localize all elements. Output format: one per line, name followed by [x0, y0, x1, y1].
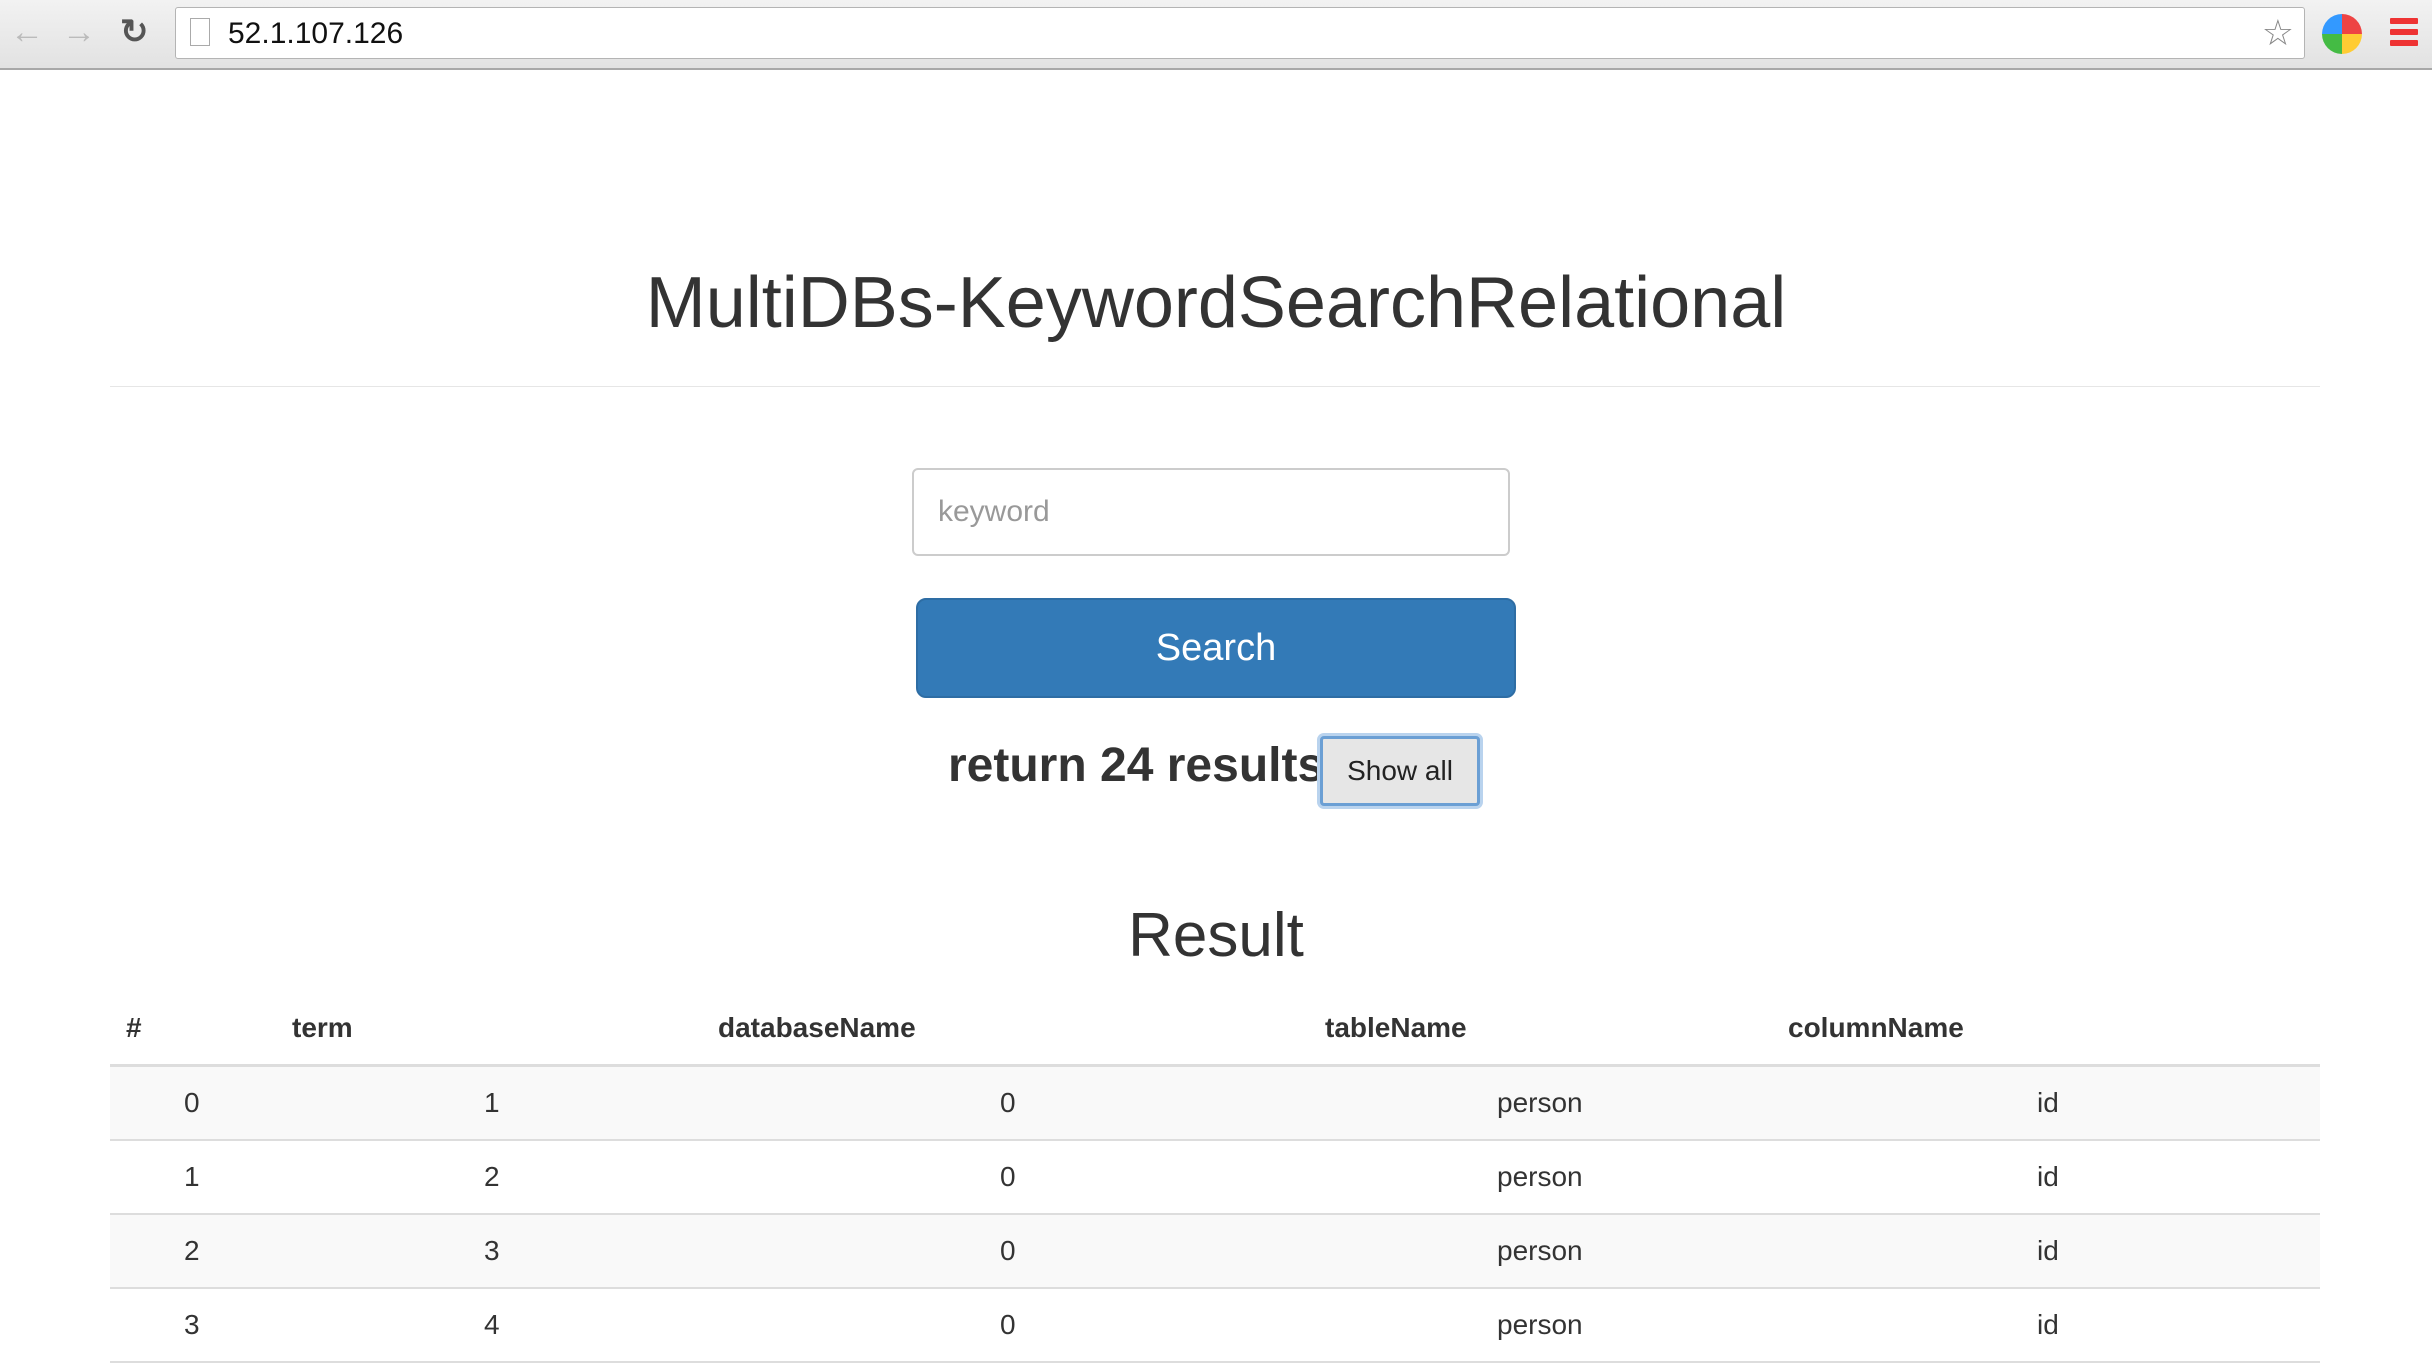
- page-icon: [190, 18, 210, 46]
- search-button[interactable]: Search: [916, 598, 1516, 698]
- cell-term: 2: [484, 1161, 500, 1192]
- cell-index: 3: [184, 1309, 200, 1340]
- table-row: 3 4 0 person id: [110, 1289, 2320, 1363]
- cell-database-name: 0: [1000, 1309, 1016, 1340]
- menu-icon[interactable]: [2390, 18, 2418, 51]
- extension-icon[interactable]: [2322, 14, 2362, 54]
- url-text: 52.1.107.126: [228, 17, 404, 50]
- cell-column-name: id: [2037, 1235, 2059, 1266]
- keyword-input[interactable]: [912, 468, 1510, 556]
- header-table-name: tableName: [1325, 1012, 1467, 1043]
- cell-database-name: 0: [1000, 1161, 1016, 1192]
- cell-term: 4: [484, 1309, 500, 1340]
- table-row: 2 3 0 person id: [110, 1215, 2320, 1289]
- cell-database-name: 0: [1000, 1235, 1016, 1266]
- cell-table-name: person: [1497, 1161, 1583, 1192]
- browser-toolbar: ← → ↻ 52.1.107.126 ☆: [0, 0, 2432, 70]
- cell-term: 1: [484, 1087, 500, 1118]
- cell-index: 2: [184, 1235, 200, 1266]
- cell-table-name: person: [1497, 1087, 1583, 1118]
- table-row: 0 1 0 person id: [110, 1067, 2320, 1141]
- header-column-name: columnName: [1788, 1012, 1964, 1043]
- cell-table-name: person: [1497, 1309, 1583, 1340]
- cell-index: 1: [184, 1161, 200, 1192]
- address-bar[interactable]: 52.1.107.126 ☆: [175, 7, 2305, 59]
- results-count: return 24 results: [948, 739, 1325, 792]
- page-title: MultiDBs-KeywordSearchRelational: [645, 263, 1787, 343]
- reload-icon[interactable]: ↻: [120, 12, 149, 52]
- cell-column-name: id: [2037, 1087, 2059, 1118]
- table-row: 1 2 0 person id: [110, 1141, 2320, 1215]
- cell-database-name: 0: [1000, 1087, 1016, 1118]
- cell-column-name: id: [2037, 1309, 2059, 1340]
- cell-column-name: id: [2037, 1161, 2059, 1192]
- divider: [110, 386, 2320, 387]
- header-term: term: [292, 1012, 353, 1043]
- show-all-button[interactable]: Show all: [1320, 736, 1480, 806]
- result-heading: Result: [1128, 901, 1304, 970]
- cell-index: 0: [184, 1087, 200, 1118]
- bookmark-star-icon[interactable]: ☆: [2262, 12, 2294, 54]
- header-database-name: databaseName: [718, 1012, 916, 1043]
- cell-table-name: person: [1497, 1235, 1583, 1266]
- cell-term: 3: [484, 1235, 500, 1266]
- back-icon[interactable]: ←: [10, 12, 44, 52]
- header-index: #: [126, 1012, 142, 1043]
- forward-icon[interactable]: →: [62, 12, 96, 52]
